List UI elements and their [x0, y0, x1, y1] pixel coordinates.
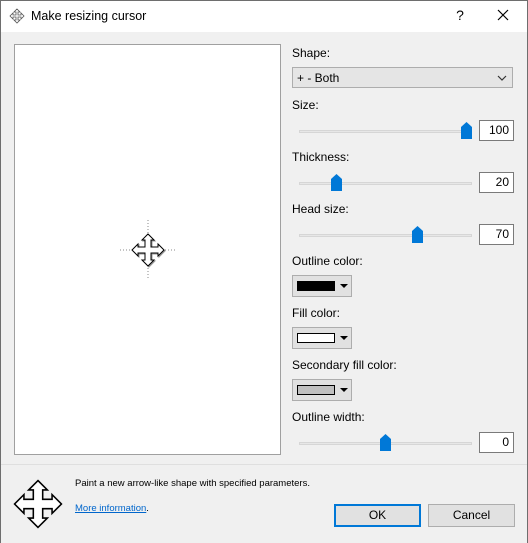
fill-color-label: Fill color:	[292, 306, 341, 320]
thickness-input[interactable]: 20	[479, 172, 514, 193]
ok-button[interactable]: OK	[334, 504, 421, 527]
outline-color-button[interactable]	[292, 275, 352, 297]
outline-width-input[interactable]: 0	[479, 432, 514, 453]
window-title: Make resizing cursor	[31, 9, 147, 23]
make-resizing-cursor-dialog: Make resizing cursor ? Shape: + - Both S…	[0, 0, 528, 543]
shape-select-value: + - Both	[297, 71, 340, 85]
outline-width-slider-thumb[interactable]	[380, 434, 391, 451]
resize-cursor-preview-icon	[131, 233, 165, 267]
size-slider-thumb[interactable]	[461, 122, 472, 139]
resize-arrow-icon	[13, 479, 63, 529]
secondary-fill-color-swatch	[297, 385, 335, 395]
head-size-slider-track[interactable]	[299, 234, 472, 237]
chevron-down-icon	[497, 75, 507, 81]
size-input[interactable]: 100	[479, 120, 514, 141]
outline-width-label: Outline width:	[292, 410, 365, 424]
dropdown-arrow-icon	[340, 388, 348, 392]
preview-canvas	[120, 220, 177, 279]
secondary-fill-color-button[interactable]	[292, 379, 352, 401]
cancel-button[interactable]: Cancel	[428, 504, 515, 527]
thickness-slider-thumb[interactable]	[331, 174, 342, 191]
head-size-label: Head size:	[292, 202, 349, 216]
more-information-suffix: .	[146, 503, 149, 514]
tool-description: Paint a new arrow-like shape with specif…	[75, 478, 310, 489]
secondary-fill-color-label: Secondary fill color:	[292, 358, 397, 372]
size-label: Size:	[292, 98, 319, 112]
fill-color-button[interactable]	[292, 327, 352, 349]
outline-color-label: Outline color:	[292, 254, 363, 268]
head-size-slider-thumb[interactable]	[412, 226, 423, 243]
more-information-link[interactable]: More information	[75, 503, 146, 514]
thickness-slider-track[interactable]	[299, 182, 472, 185]
more-information: More information.	[75, 503, 149, 514]
dialog-footer: Paint a new arrow-like shape with specif…	[1, 464, 527, 543]
outline-color-swatch	[297, 281, 335, 291]
shape-select[interactable]: + - Both	[292, 67, 513, 88]
title-bar: Make resizing cursor ?	[1, 1, 527, 32]
size-slider-track[interactable]	[299, 130, 472, 133]
thickness-label: Thickness:	[292, 150, 350, 164]
help-button[interactable]: ?	[453, 7, 467, 23]
shape-label: Shape:	[292, 46, 331, 60]
move-cursor-icon	[9, 8, 25, 24]
fill-color-swatch	[297, 333, 335, 343]
close-icon[interactable]	[495, 7, 511, 23]
dropdown-arrow-icon	[340, 336, 348, 340]
head-size-input[interactable]: 70	[479, 224, 514, 245]
cursor-preview	[14, 44, 281, 455]
dropdown-arrow-icon	[340, 284, 348, 288]
